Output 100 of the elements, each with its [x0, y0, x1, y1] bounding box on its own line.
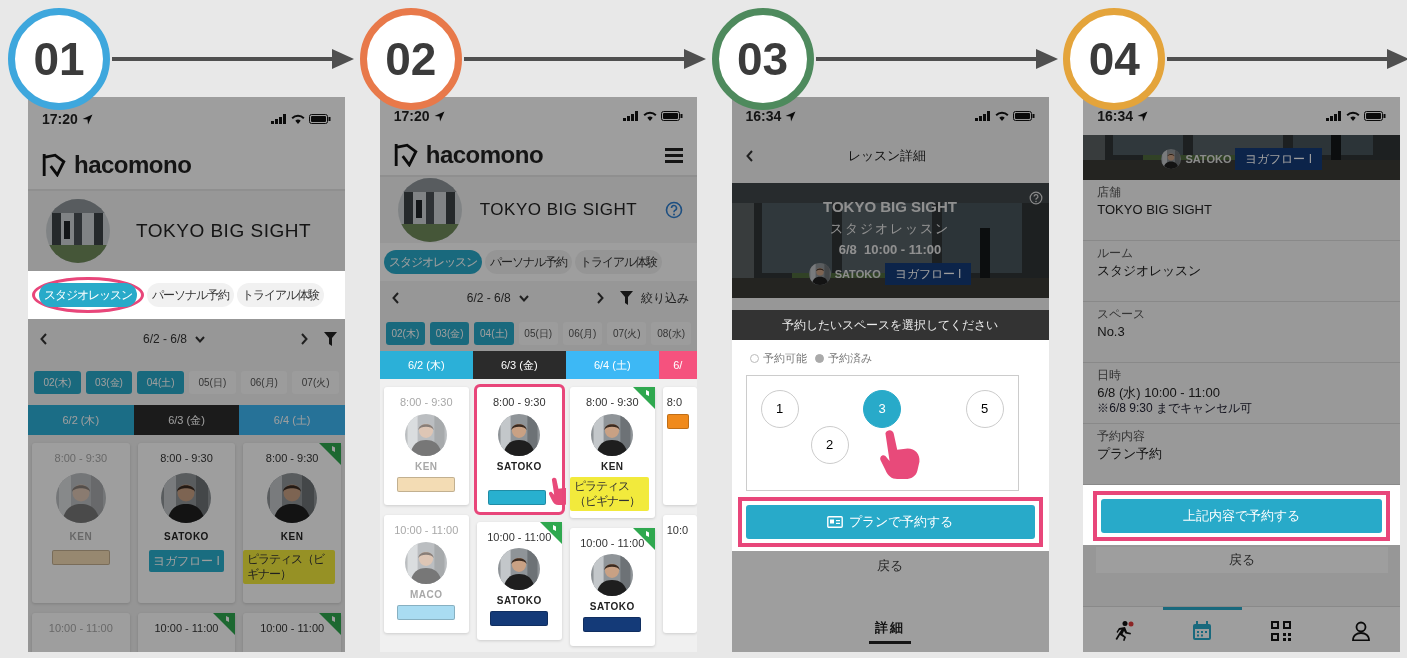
category-tab[interactable]: トライアル体験 [574, 250, 662, 274]
menu-icon[interactable] [664, 147, 683, 163]
instructor-name: SATOKO [496, 459, 542, 474]
field-label: ルーム [1097, 246, 1135, 261]
status-time: 17:20 [42, 109, 78, 129]
location-arrow-icon [1137, 110, 1149, 122]
instructor-name: KEN [600, 459, 624, 474]
signal-icon [622, 111, 639, 121]
category-tab[interactable]: パーソナル予約 [147, 283, 234, 307]
id-card-icon [827, 515, 843, 528]
filter-icon[interactable] [619, 291, 633, 305]
class-tag: ヨガフロー I [149, 549, 224, 572]
detail-tab[interactable]: 詳細 [869, 617, 911, 644]
category-tab[interactable]: パーソナル予約 [484, 250, 572, 274]
day-chip[interactable]: 07(火) [292, 370, 340, 394]
day-header: 6/2 (木) [379, 351, 473, 379]
day-chip[interactable]: 06(月) [240, 370, 288, 394]
lesson-card[interactable]: 10:0 [662, 515, 697, 633]
day-header: 6/3 (金) [472, 351, 566, 379]
lesson-time: 10:00 - 11:00 [154, 621, 219, 636]
battery-icon [660, 111, 683, 121]
instruction-banner: 予約したいスペースを選択してください [731, 310, 1049, 340]
logo-icon [393, 143, 418, 167]
lesson-card[interactable]: 8:00 - 9:30 SATOKO ヨガフロー I [137, 443, 236, 603]
day-chip[interactable]: 06(月) [562, 321, 603, 345]
seat-button[interactable]: 5 [965, 389, 1004, 428]
lesson-card[interactable]: 8:0 [662, 387, 697, 505]
field-label: 予約内容 [1097, 429, 1147, 444]
instructor-name: SATOKO [164, 529, 209, 544]
filter-icon[interactable] [324, 332, 337, 346]
field-value: No.3 [1097, 324, 1126, 340]
wifi-icon [994, 111, 1009, 121]
step-number: 03 [711, 8, 814, 110]
back-icon[interactable] [745, 150, 754, 162]
brand-name: hacomono [425, 140, 544, 170]
lesson-time: 10:00 - 11:00 [580, 535, 645, 551]
lesson-card[interactable]: 10:00 - 11:00 [243, 613, 341, 652]
field-label: スペース [1097, 307, 1147, 322]
instructor-name: MACO [409, 587, 443, 602]
lesson-time: 10:00 - 11:00 [487, 529, 552, 545]
next-icon[interactable] [300, 333, 308, 345]
signal-icon [1326, 111, 1343, 121]
battery-icon [1012, 111, 1035, 121]
logo-icon [42, 153, 66, 177]
pointer-hand-icon [877, 428, 922, 479]
field-value: スタジオレッスン [1097, 263, 1203, 279]
screen-title: レッスン詳細 [847, 147, 927, 166]
lesson-card[interactable]: 10:00 - 11:00 [137, 613, 236, 652]
instructor-name: SATOKO [589, 600, 635, 614]
previous-icon[interactable] [40, 333, 48, 345]
lesson-card[interactable]: 8:00 - 9:30 KEN ピラティス（ビギナー） [569, 387, 655, 518]
day-chip[interactable]: 08(水) [651, 321, 691, 345]
signal-icon [271, 114, 287, 124]
wifi-icon [291, 114, 305, 124]
seat-button[interactable]: 2 [810, 425, 849, 464]
day-chip[interactable]: 05(日) [518, 321, 558, 345]
instructor-name: SATOKO [496, 594, 542, 608]
day-header: 6/ [658, 351, 697, 379]
battery-icon [1364, 111, 1387, 121]
lesson-time: 10:00 - 11:00 [394, 523, 459, 538]
category-tab[interactable]: トライアル体験 [237, 283, 324, 307]
wifi-icon [642, 111, 657, 121]
instructor-name: KEN [280, 529, 304, 544]
lesson-card[interactable]: 8:00 - 9:30 KEN ピラティス（ビギナー） [243, 443, 341, 603]
day-header: 6/2 (木) [28, 405, 134, 435]
lesson-card[interactable]: 10:00 - 11:00 SATOKO [476, 521, 562, 640]
day-chip[interactable]: 07(火) [607, 321, 647, 345]
field-note: ※6/8 9:30 までキャンセル可 [1097, 401, 1253, 416]
field-value: 6/8 (水) 10:00 - 11:00 [1097, 385, 1221, 401]
step-number: 02 [359, 8, 462, 110]
location-arrow-icon [785, 110, 797, 122]
filter-label[interactable]: 絞り込み [640, 289, 689, 307]
step-number: 04 [1063, 8, 1166, 110]
lesson-time: 8:00 - 9:30 [265, 451, 319, 466]
field-label: 店舗 [1097, 185, 1123, 200]
seat-button[interactable]: 1 [760, 389, 799, 428]
help-icon[interactable] [664, 201, 683, 219]
previous-icon[interactable] [391, 292, 400, 304]
lesson-time: 8:00 - 9:30 [492, 395, 546, 410]
field-label: 日時 [1097, 368, 1123, 383]
caret-icon[interactable] [518, 294, 529, 302]
day-chip[interactable]: 05(日) [189, 370, 236, 394]
next-icon[interactable] [595, 292, 604, 304]
lesson-time: 10:0 [666, 523, 689, 538]
date-range[interactable]: 6/2 - 6/8 [466, 289, 511, 307]
legend-label: 予約可能 [762, 351, 807, 366]
caret-icon[interactable] [195, 335, 205, 343]
step-number: 01 [8, 8, 110, 110]
pointer-hand-icon [548, 476, 566, 505]
back-button[interactable]: 戻る [1095, 547, 1388, 573]
wifi-icon [1346, 111, 1361, 121]
lesson-time: 8:0 [666, 395, 683, 410]
lesson-card[interactable]: 10:00 - 11:00 SATOKO [569, 527, 655, 646]
brand-name: hacomono [74, 150, 192, 180]
field-value: プラン予約 [1097, 446, 1164, 462]
location-arrow-icon [433, 110, 445, 122]
field-value: TOKYO BIG SIGHT [1097, 202, 1213, 218]
class-tag: ピラティス（ビギナー） [243, 549, 335, 584]
day-header: 6/4 (土) [239, 405, 345, 435]
date-range[interactable]: 6/2 - 6/8 [143, 330, 187, 348]
